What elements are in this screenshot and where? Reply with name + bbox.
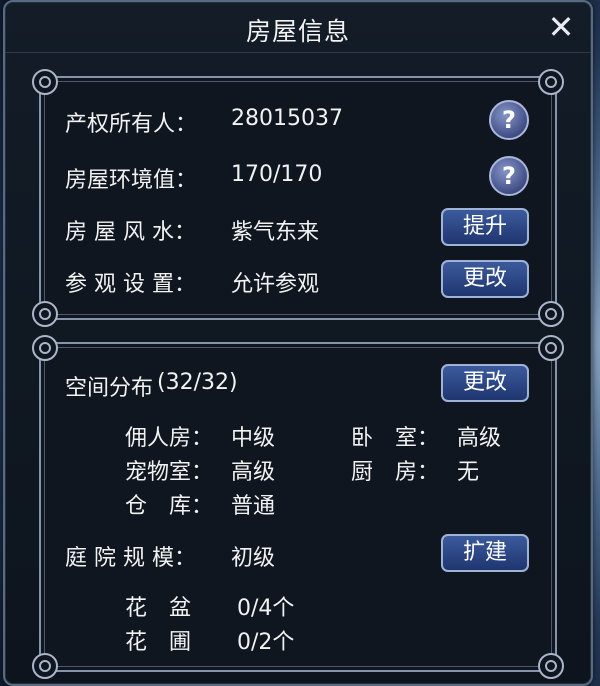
yard-label: 庭 院 规 模： [65,546,196,571]
house-info-window: 房屋信息 ✕ 产权所有人： 28015037 ? 房屋环境值： 170/170 … [3,0,593,686]
flowerpot-value: 0/4个 [237,596,295,621]
pet-room-value: 高级 [231,460,276,485]
environment-label: 房屋环境值： [65,168,198,193]
owner-label: 产权所有人： [65,112,198,137]
bedroom-value: 高级 [457,426,502,451]
window-title: 房屋信息 [245,17,350,46]
owner-value: 28015037 [231,106,343,131]
visit-setting-value: 允许参观 [231,272,320,297]
pet-room-label: 宠物室： [125,460,214,485]
change-visit-button[interactable]: 更改 [441,260,529,298]
corner-ornament-icon [538,653,564,679]
close-icon[interactable]: ✕ [543,10,579,46]
corner-ornament-icon [538,69,564,95]
kitchen-label: 厨 房： [351,460,440,485]
upgrade-fengshui-button[interactable]: 提升 [441,208,529,246]
yard-value: 初级 [231,546,276,571]
storage-label: 仓 库： [125,494,214,519]
environment-value: 170/170 [231,162,323,187]
corner-ornament-icon [538,301,564,327]
flowerpot-label: 花 盆 [125,596,192,621]
change-space-button[interactable]: 更改 [441,364,529,402]
space-label: 空间分布 [65,376,154,401]
visit-setting-label: 参 观 设 置： [65,272,196,297]
corner-ornament-icon [538,335,564,361]
fengshui-label: 房 屋 风 水： [65,220,196,245]
corner-ornament-icon [32,335,58,361]
corner-ornament-icon [32,653,58,679]
flowerbed-label: 花 圃 [125,630,192,655]
environment-help-icon[interactable]: ? [489,156,529,196]
flowerbed-value: 0/2个 [237,630,295,655]
bedroom-label: 卧 室： [351,426,440,451]
corner-ornament-icon [32,301,58,327]
kitchen-value: 无 [457,460,480,485]
owner-help-icon[interactable]: ? [489,100,529,140]
title-bar: 房屋信息 ✕ [5,2,591,53]
space-distribution-panel: 空间分布 (32/32) 更改 佣人房： 中级 卧 室： 高级 宠物室： 高级 … [32,335,564,679]
corner-ornament-icon [32,69,58,95]
fengshui-value: 紫气东来 [231,220,320,245]
space-count: (32/32) [157,370,238,395]
servant-room-value: 中级 [231,426,276,451]
house-info-panel: 产权所有人： 28015037 ? 房屋环境值： 170/170 ? 房 屋 风… [32,69,564,327]
storage-value: 普通 [231,494,276,519]
expand-yard-button[interactable]: 扩建 [441,534,529,572]
servant-room-label: 佣人房： [125,426,214,451]
